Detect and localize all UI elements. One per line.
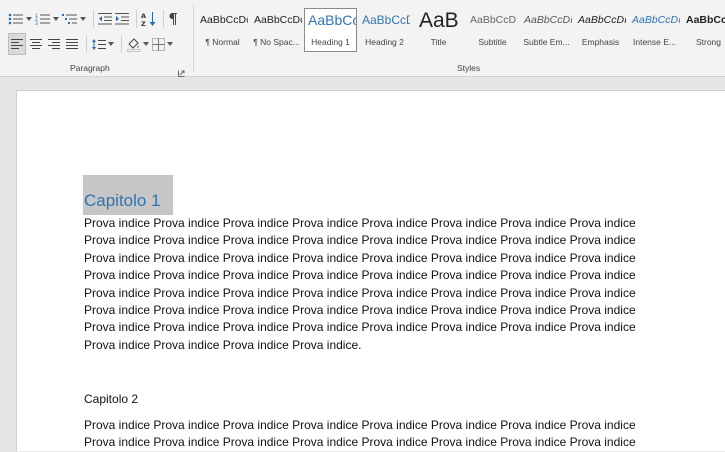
style-label: Title <box>430 37 447 47</box>
borders-icon[interactable] <box>152 34 165 54</box>
text-line: Prova indice Prova indice Prova indice P… <box>84 418 636 432</box>
chevron-down-icon[interactable] <box>167 34 173 54</box>
style-label: Subtle Em... <box>523 37 570 47</box>
style-preview: AaBbCcDc <box>200 14 249 26</box>
styles-gallery: AaBbCcDc ¶ Normal AaBbCcDc ¶ No Spac... … <box>196 8 725 54</box>
style-label: Heading 1 <box>311 37 350 47</box>
ribbon: 123 AZ Paragraph AaBbCcDc ¶ Normal AaBbC… <box>0 0 725 77</box>
style-label: Strong <box>695 37 722 47</box>
multilevel-list-icon[interactable] <box>62 9 78 29</box>
chevron-down-icon[interactable] <box>108 34 114 54</box>
heading-2-text[interactable]: Capitolo 2 <box>84 392 138 406</box>
align-right-icon[interactable] <box>46 34 62 54</box>
text-line: Prova indice Prova indice Prova indice P… <box>84 250 636 265</box>
style-preview: AaBbCcDc <box>686 14 725 26</box>
document-page[interactable]: Capitolo 1 Prova indice Prova indice Pro… <box>16 90 725 451</box>
dialog-launcher-icon[interactable] <box>178 64 185 77</box>
style-heading-2[interactable]: AaBbCcD Heading 2 <box>358 8 411 52</box>
style-label: Subtitle <box>478 37 507 47</box>
style-preview: AaBbCcD <box>470 14 517 26</box>
style-no-spacing[interactable]: AaBbCcDc ¶ No Spac... <box>250 8 303 52</box>
decrease-indent-icon[interactable] <box>98 9 113 29</box>
bullets-icon[interactable] <box>8 9 24 29</box>
style-strong[interactable]: AaBbCcDc Strong <box>682 8 725 52</box>
paragraph-2[interactable]: Prova indice Prova indice Prova indice P… <box>84 417 644 452</box>
style-preview: AaBbCc <box>308 12 357 28</box>
line-spacing-icon[interactable] <box>91 34 106 54</box>
text-line: Prova indice Prova indice Prova indice P… <box>84 233 636 248</box>
chevron-down-icon[interactable] <box>26 9 32 29</box>
paragraph-row-1: 123 AZ <box>8 9 180 29</box>
separator <box>136 10 137 28</box>
align-left-icon[interactable] <box>8 33 26 55</box>
style-preview: AaBbCcDı <box>632 14 681 26</box>
numbering-icon[interactable]: 123 <box>35 9 51 29</box>
heading-1-text[interactable]: Capitolo 1 <box>84 191 161 211</box>
style-preview: AaBbCcDc <box>254 14 303 26</box>
separator <box>121 35 122 53</box>
style-intense-emphasis[interactable]: AaBbCcDı Intense E... <box>628 8 681 52</box>
increase-indent-icon[interactable] <box>115 9 130 29</box>
paragraph-1[interactable]: Prova indice Prova indice Prova indice P… <box>84 215 644 354</box>
svg-text:A: A <box>141 12 146 20</box>
styles-group-label: Styles <box>457 63 481 73</box>
style-label: ¶ Normal <box>205 37 240 47</box>
heading-1-selection[interactable]: Capitolo 1 <box>83 175 173 215</box>
text-line: Prova indice Prova indice Prova indice P… <box>84 285 636 300</box>
paragraph-group: 123 AZ Paragraph <box>0 0 190 77</box>
text-line: Prova indice Prova indice Prova indice P… <box>84 320 636 335</box>
text-line: Prova indice Prova indice Prova indice P… <box>84 268 636 283</box>
shading-icon[interactable] <box>126 34 141 54</box>
style-label: Emphasis <box>581 37 620 47</box>
align-center-icon[interactable] <box>28 34 44 54</box>
separator <box>163 10 164 28</box>
svg-text:3: 3 <box>35 21 38 26</box>
chevron-down-icon[interactable] <box>143 34 149 54</box>
style-title[interactable]: AaB Title <box>412 8 465 52</box>
text-line: Prova indice Prova indice Prova indice P… <box>84 216 636 230</box>
text-line: Prova indice Prova indice Prova indice P… <box>84 435 636 450</box>
style-preview: AaBbCcDı <box>578 14 627 26</box>
document-area: Capitolo 1 Prova indice Prova indice Pro… <box>0 77 725 451</box>
style-normal[interactable]: AaBbCcDc ¶ Normal <box>196 8 249 52</box>
chevron-down-icon[interactable] <box>53 9 59 29</box>
style-preview: AaBbCcD <box>362 13 411 27</box>
group-separator <box>193 4 194 72</box>
paragraph-row-2 <box>8 33 176 55</box>
style-label: Intense E... <box>633 37 676 47</box>
style-subtle-emphasis[interactable]: AaBbCcDı Subtle Em... <box>520 8 573 52</box>
sort-icon[interactable]: AZ <box>141 9 157 29</box>
style-preview: AaB <box>419 9 459 32</box>
separator <box>86 35 87 53</box>
style-heading-1[interactable]: AaBbCc Heading 1 <box>304 8 357 52</box>
style-label: Heading 2 <box>365 37 404 47</box>
text-line: Prova indice Prova indice Prova indice P… <box>84 337 362 352</box>
style-subtitle[interactable]: AaBbCcD Subtitle <box>466 8 519 52</box>
chevron-down-icon[interactable] <box>80 9 86 29</box>
text-line: Prova indice Prova indice Prova indice P… <box>84 302 636 317</box>
separator <box>93 10 94 28</box>
show-formatting-marks-icon[interactable] <box>168 9 178 29</box>
style-label: ¶ No Spac... <box>253 37 300 47</box>
paragraph-group-label: Paragraph <box>70 63 110 73</box>
svg-text:Z: Z <box>141 20 146 27</box>
style-preview: AaBbCcDı <box>524 14 573 26</box>
style-emphasis[interactable]: AaBbCcDı Emphasis <box>574 8 627 52</box>
justify-icon[interactable] <box>64 34 80 54</box>
